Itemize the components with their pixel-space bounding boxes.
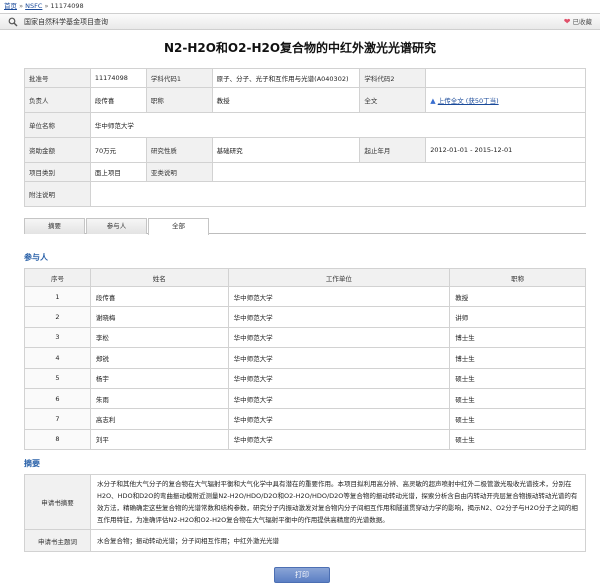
funding-value: 70万元 (89, 137, 147, 163)
table-row: 8 刘平 华中师范大学 硕士生 (24, 428, 586, 451)
note-label: 附注说明 (24, 181, 91, 207)
code2-value (425, 68, 586, 88)
participant-title: 硕士生 (449, 367, 586, 389)
participant-unit: 华中师范大学 (227, 326, 451, 349)
tab-participants[interactable]: 参与人 (86, 218, 147, 234)
heart-icon: ❤ (563, 17, 571, 26)
participant-name: 刘平 (89, 428, 229, 451)
participant-name: 朱雨 (89, 387, 229, 410)
code1-label: 学科代码1 (145, 68, 213, 88)
tab-bar: 摘要 参与人 全部 (24, 216, 586, 235)
code2-label: 学科代码2 (359, 68, 427, 88)
column-header: 序号 (24, 268, 91, 287)
nature-label: 研究性质 (145, 137, 213, 163)
participant-unit: 华中师范大学 (227, 428, 451, 451)
participant-unit: 华中师范大学 (227, 285, 451, 308)
fulltext-label: 全文 (359, 87, 427, 113)
page-title: N2-H2O和O2-H2O复合物的中红外激光光谱研究 (163, 41, 437, 55)
row-number: 5 (24, 367, 91, 389)
search-icon (8, 17, 18, 27)
header-title: 国家自然科学基金项目查询 (24, 18, 108, 26)
participant-name: 谢晓梅 (89, 306, 229, 328)
category-value: 面上项目 (89, 162, 147, 182)
participant-title: 博士生 (449, 326, 586, 349)
breadcrumb-separator: » (44, 2, 49, 10)
favorite-button[interactable]: ❤ 已收藏 (564, 17, 592, 27)
code1-value: 原子、分子、光子和互作用与光谱(A040302) (211, 68, 361, 88)
unit-label: 单位名称 (24, 112, 91, 138)
participant-name: 段传喜 (89, 285, 229, 308)
participants-heading: 参与人 (24, 253, 48, 262)
participant-unit: 华中师范大学 (227, 408, 451, 430)
column-header: 职称 (449, 268, 586, 287)
column-header: 工作单位 (227, 268, 451, 287)
keywords-text: 水合复合物；振动转动光谱；分子间相互作用；中红外激光光谱 (90, 529, 586, 552)
approval-no-value: 11174098 (89, 68, 147, 88)
row-number: 4 (24, 347, 91, 369)
favorite-label: 已收藏 (572, 18, 593, 26)
row-number: 7 (24, 408, 91, 430)
tab-abstract[interactable]: 摘要 (24, 218, 85, 234)
table-row: 3 李松 华中师范大学 博士生 (24, 326, 586, 349)
abstract-heading: 摘要 (24, 459, 40, 468)
row-number: 3 (24, 326, 91, 349)
fulltext-cell: ▲ 上传全文 (获50丁当) (425, 87, 586, 113)
row-number: 8 (24, 428, 91, 451)
participant-title: 硕士生 (449, 408, 586, 430)
table-row: 2 谢晓梅 华中师范大学 讲师 (24, 306, 586, 328)
title-value: 教授 (211, 87, 361, 113)
approval-no-label: 批准号 (24, 68, 91, 88)
tab-all[interactable]: 全部 (148, 218, 209, 235)
table-row: 5 杨宇 华中师范大学 硕士生 (24, 367, 586, 389)
breadcrumb-current: 11174098 (50, 2, 84, 10)
category-label: 项目类别 (24, 162, 91, 182)
period-label: 起止年月 (359, 137, 427, 163)
unit-value: 华中师范大学 (89, 112, 587, 138)
participant-name: 郑锐 (89, 347, 229, 369)
participant-title: 硕士生 (449, 428, 586, 451)
row-number: 2 (24, 306, 91, 328)
subcat-value (211, 162, 587, 182)
abstract-table: 申请书摘要 水分子和其他大气分子的复合物在大气辐射平衡和大气化学中具有潜在的重要… (24, 474, 586, 552)
row-number: 6 (24, 387, 91, 410)
participant-name: 李松 (89, 326, 229, 349)
summary-text: 水分子和其他大气分子的复合物在大气辐射平衡和大气化学中具有潜在的重要作用。本项目… (90, 474, 586, 530)
upload-icon: ▲ (430, 97, 436, 105)
table-row: 4 郑锐 华中师范大学 博士生 (24, 347, 586, 369)
participant-name: 高志利 (89, 408, 229, 430)
participant-name: 杨宇 (89, 367, 229, 389)
project-info-table: 批准号 11174098 学科代码1 原子、分子、光子和互作用与光谱(A0403… (24, 68, 587, 207)
table-row: 7 高志利 华中师范大学 硕士生 (24, 408, 586, 430)
leader-label: 负责人 (24, 87, 91, 113)
funding-label: 资助金额 (24, 137, 91, 163)
leader-value: 段传喜 (89, 87, 147, 113)
keywords-label: 申请书主题词 (24, 529, 91, 552)
breadcrumb-nsfc-link[interactable]: NSFC (25, 2, 42, 10)
upload-fulltext-link[interactable]: 上传全文 (获50丁当) (438, 97, 499, 105)
breadcrumb: 首页 » NSFC » 11174098 (4, 2, 84, 11)
header-bar: 国家自然科学基金项目查询 ❤ 已收藏 (0, 13, 600, 30)
breadcrumb-separator: » (19, 2, 24, 10)
title-label: 职称 (145, 87, 213, 113)
note-value (89, 181, 587, 207)
table-row: 1 段传喜 华中师范大学 教授 (24, 285, 586, 308)
participant-unit: 华中师范大学 (227, 347, 451, 369)
participant-unit: 华中师范大学 (227, 387, 451, 410)
row-number: 1 (24, 285, 91, 308)
table-row: 6 朱雨 华中师范大学 硕士生 (24, 387, 586, 410)
participants-table: 序号 姓名 工作单位 职称 1 段传喜 华中师范大学 教授 2 谢晓梅 华中师范大学 讲师 3 李… (24, 268, 586, 451)
summary-label: 申请书摘要 (24, 474, 91, 530)
participant-title: 硕士生 (449, 387, 586, 410)
participant-title: 讲师 (449, 306, 586, 328)
column-header: 姓名 (89, 268, 229, 287)
participant-unit: 华中师范大学 (227, 367, 451, 389)
print-button[interactable]: 打印 (274, 567, 330, 583)
participant-title: 教授 (449, 285, 586, 308)
participant-unit: 华中师范大学 (227, 306, 451, 328)
period-value: 2012-01-01 - 2015-12-01 (425, 137, 586, 163)
breadcrumb-home-link[interactable]: 首页 (4, 2, 17, 10)
nature-value: 基础研究 (211, 137, 361, 163)
participant-title: 博士生 (449, 347, 586, 369)
subcat-label: 亚类说明 (145, 162, 213, 182)
